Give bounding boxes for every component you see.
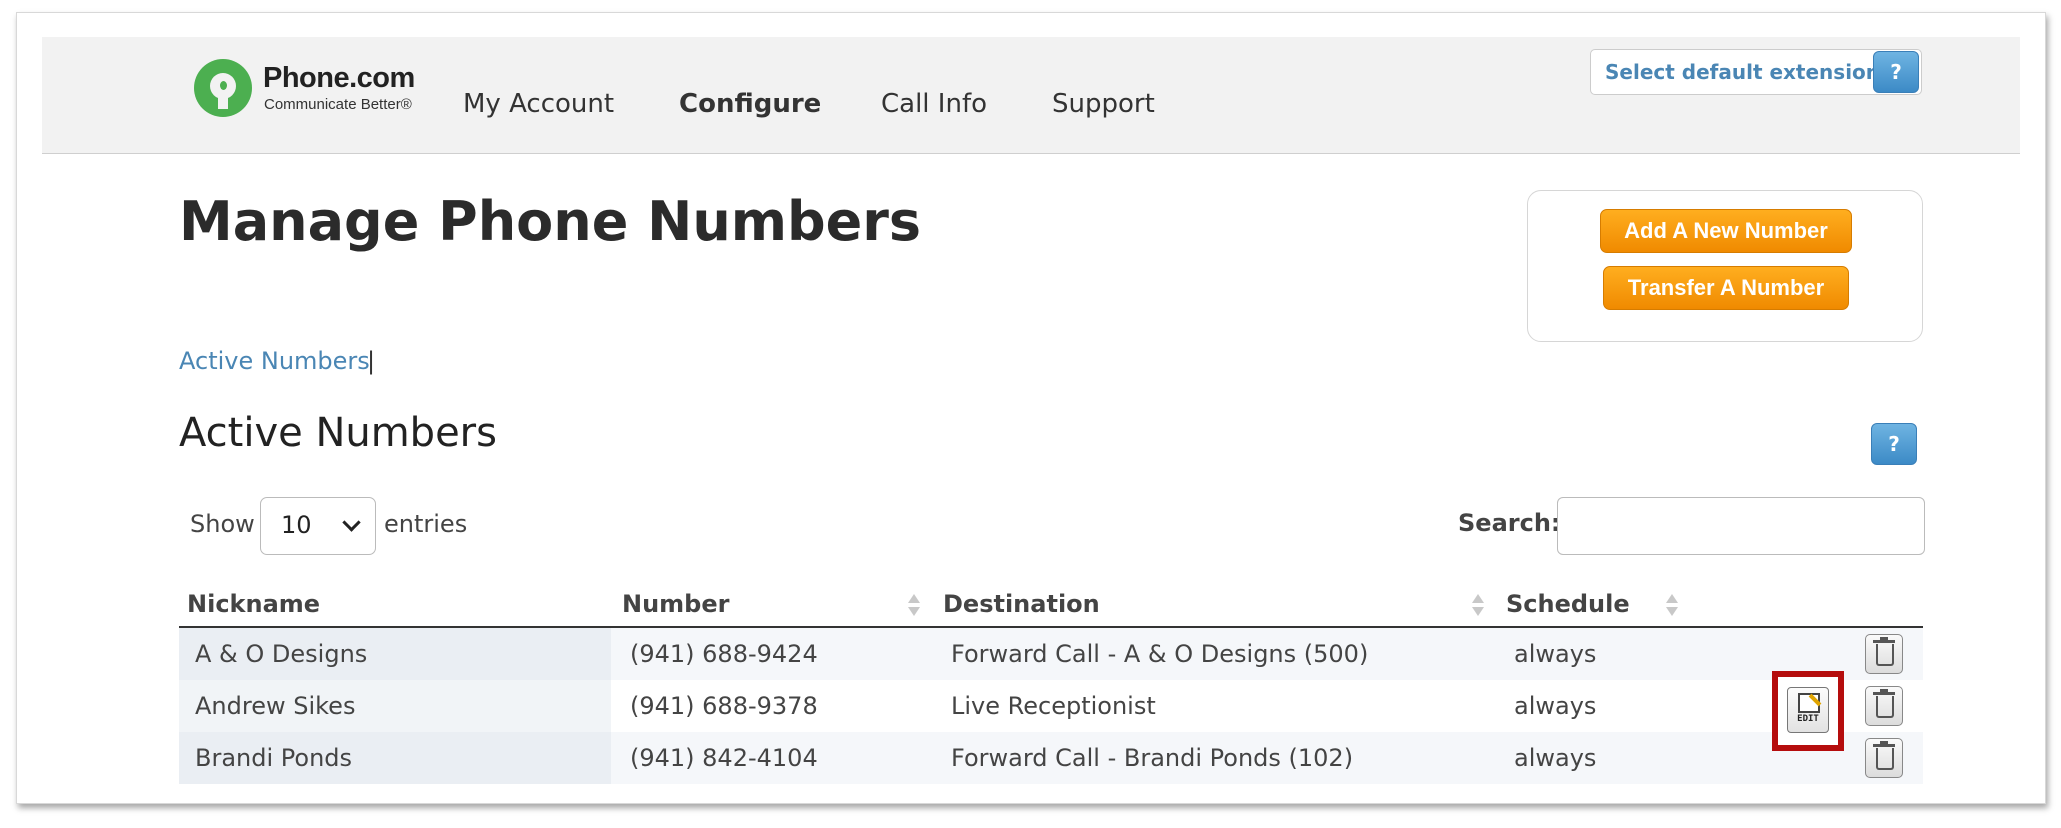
cell-destination: Live Receptionist — [951, 692, 1156, 720]
nav-configure[interactable]: Configure — [679, 89, 821, 119]
chevron-down-icon — [342, 513, 361, 532]
page-length-value: 10 — [281, 511, 312, 539]
cell-nickname: Andrew Sikes — [195, 692, 356, 720]
edit-icon[interactable]: EDIT — [1787, 687, 1829, 733]
cell-schedule: always — [1514, 692, 1597, 720]
transfer-number-button[interactable]: Transfer A Number — [1603, 266, 1849, 310]
column-header-nickname[interactable]: Nickname — [187, 590, 320, 618]
entries-label: entries — [384, 510, 468, 538]
nav-call-info[interactable]: Call Info — [881, 89, 987, 119]
default-extension-select[interactable]: Select default extension ? — [1590, 49, 1922, 95]
cell-destination: Forward Call - Brandi Ponds (102) — [951, 744, 1354, 772]
column-header-schedule[interactable]: Schedule — [1506, 590, 1630, 618]
sort-arrows-icon[interactable] — [1472, 592, 1484, 620]
table-row: Andrew Sikes (941) 688-9378 Live Recepti… — [179, 680, 1923, 732]
table-row: Brandi Ponds (941) 842-4104 Forward Call… — [179, 732, 1923, 784]
sort-arrows-icon[interactable] — [908, 592, 920, 620]
edit-highlight: EDIT — [1772, 671, 1844, 751]
trash-icon[interactable] — [1865, 634, 1903, 674]
cell-number: (941) 688-9378 — [630, 692, 818, 720]
cell-destination: Forward Call - A & O Designs (500) — [951, 640, 1369, 668]
column-header-number[interactable]: Number — [622, 590, 729, 618]
cell-number: (941) 688-9424 — [630, 640, 818, 668]
logo-name: Phone.com — [263, 62, 415, 94]
page-title: Manage Phone Numbers — [179, 190, 922, 253]
logo-tagline: Communicate Better® — [264, 96, 412, 113]
cell-number: (941) 842-4104 — [630, 744, 818, 772]
column-header-destination[interactable]: Destination — [943, 590, 1100, 618]
section-help-button[interactable]: ? — [1871, 423, 1917, 465]
tab-separator: | — [367, 347, 376, 375]
trash-icon[interactable] — [1865, 686, 1903, 726]
nav-support[interactable]: Support — [1052, 89, 1155, 119]
search-input[interactable] — [1557, 497, 1925, 555]
edit-icon-label: EDIT — [1797, 714, 1819, 724]
cell-nickname: Brandi Ponds — [195, 744, 353, 772]
cell-nickname: A & O Designs — [195, 640, 368, 668]
number-actions-panel: Add A New Number Transfer A Number — [1527, 190, 1923, 342]
add-new-number-button[interactable]: Add A New Number — [1600, 209, 1852, 253]
cell-schedule: always — [1514, 744, 1597, 772]
trash-icon[interactable] — [1865, 738, 1903, 778]
show-label: Show — [190, 510, 255, 538]
sort-arrows-icon[interactable] — [1666, 592, 1678, 620]
cell-schedule: always — [1514, 640, 1597, 668]
section-title: Active Numbers — [179, 410, 497, 456]
default-extension-label: Select default extension — [1605, 60, 1881, 84]
extension-help-button[interactable]: ? — [1873, 51, 1919, 93]
table-row: A & O Designs (941) 688-9424 Forward Cal… — [179, 628, 1923, 680]
phone-logo-icon — [194, 59, 252, 117]
nav-my-account[interactable]: My Account — [463, 89, 614, 119]
page-length-select[interactable]: 10 — [260, 497, 376, 555]
tab-active-numbers[interactable]: Active Numbers — [179, 347, 370, 375]
search-label: Search: — [1458, 509, 1561, 537]
